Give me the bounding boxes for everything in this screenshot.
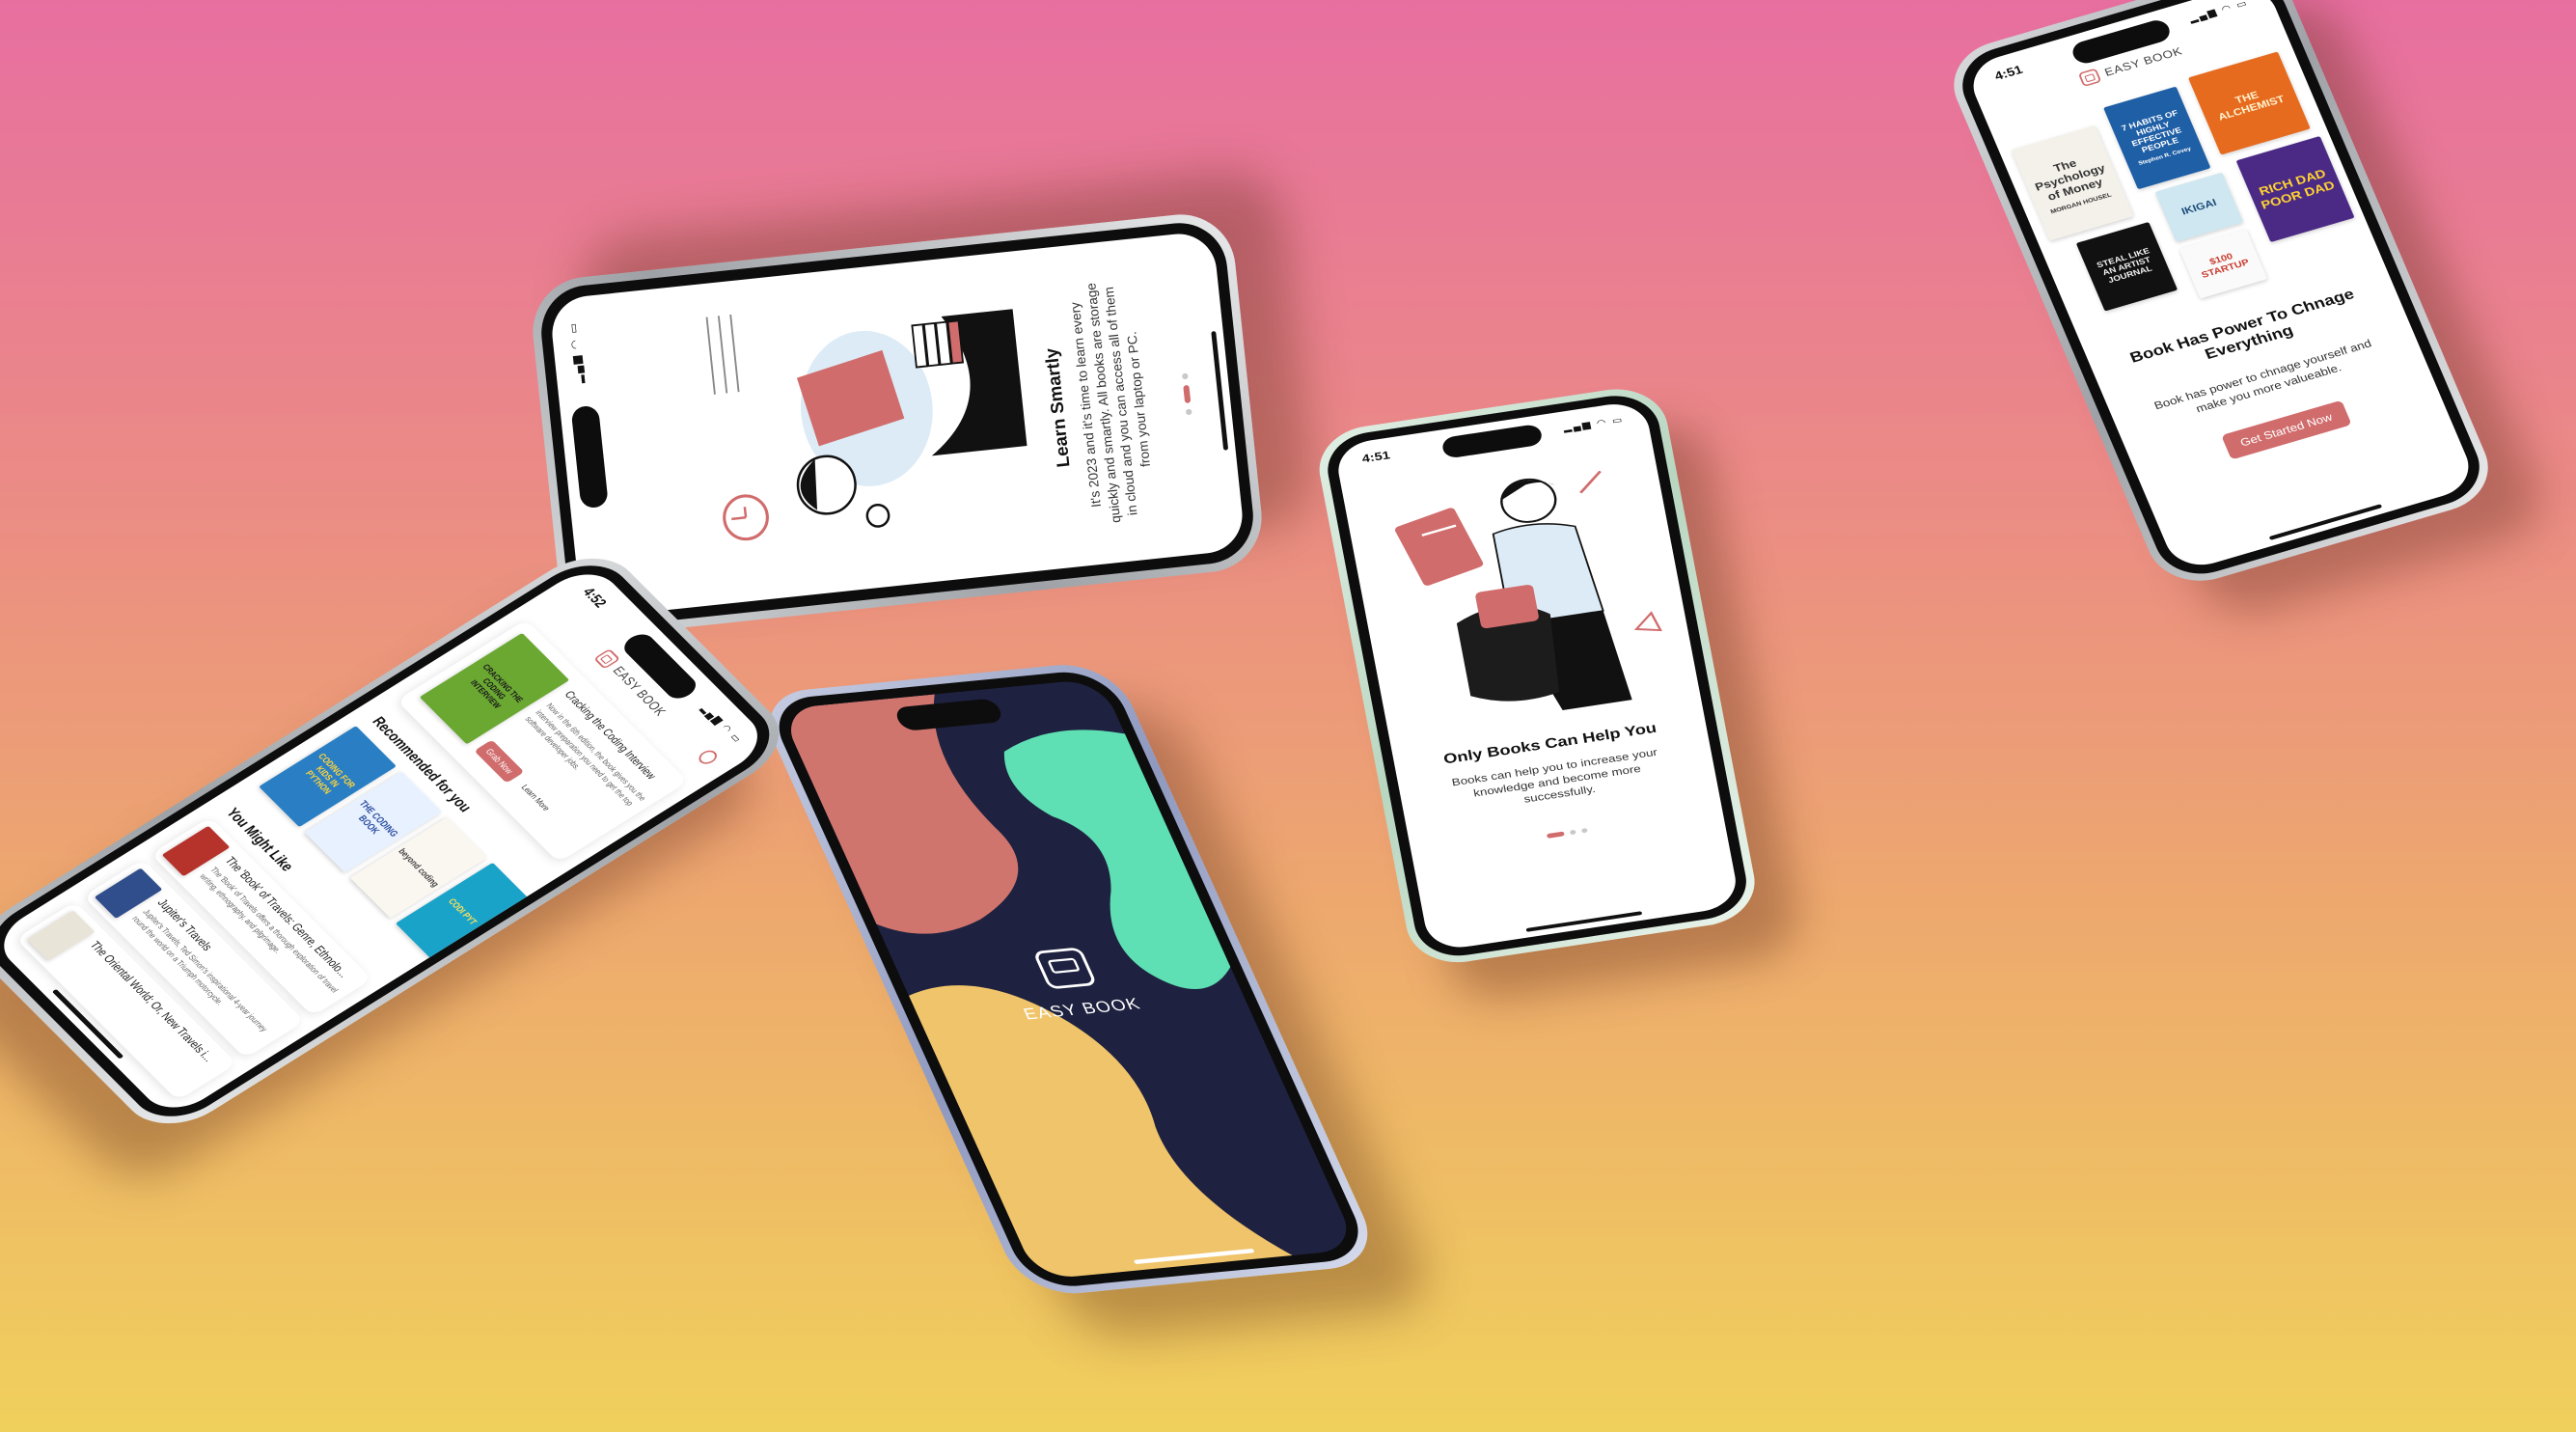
phone-bezel: 4:51 ▂▄▆ ◠ ▭: [536, 218, 1258, 631]
page-dot-active: [1546, 831, 1565, 839]
book-cover-steal-like-an-artist: STEAL LIKE AN ARTIST JOURNAL: [2075, 222, 2179, 312]
phone-bezel: 4:51 ▂▄▆ ◠ ▭ EASY BOOK The Psychology of…: [1949, 0, 2493, 585]
phone-onboarding-get-started: 4:51 ▂▄▆ ◠ ▭ EASY BOOK The Psychology of…: [1939, 0, 2503, 593]
reading-illustration: [657, 261, 1043, 572]
book-cover-ikigai: IKIGAI: [2154, 172, 2244, 242]
learn-more-link[interactable]: Learn More: [519, 783, 552, 812]
screen-books-help[interactable]: 4:51 ▂▄▆ ◠ ▭ Only Books Can Help You Boo: [1333, 399, 1741, 952]
dynamic-island: [1440, 423, 1544, 459]
book-cover-rich-dad: RICH DAD POOR DAD: [2235, 136, 2355, 243]
screen-get-started[interactable]: 4:51 ▂▄▆ ◠ ▭ EASY BOOK The Psychology of…: [1962, 0, 2480, 574]
page-dot: [1185, 408, 1192, 416]
home-indicator: [1525, 911, 1643, 932]
easy-book-logo-icon: [592, 647, 620, 670]
status-time: 4:52: [579, 585, 611, 611]
page-indicator[interactable]: [1167, 234, 1207, 554]
book-cover-7-habits: 7 HABITS OF HIGHLY EFFECTIVE PEOPLE Step…: [2103, 86, 2211, 190]
status-time: 4:51: [1360, 449, 1391, 466]
home-indicator: [2268, 504, 2383, 540]
dynamic-island: [570, 404, 609, 509]
phone-home: 4:52 ▂▄▆ ◠ ▭ EASY BOOK CRACKING THE CODI…: [0, 540, 801, 1142]
onboarding-description: It's 2023 and it's time to learn every q…: [1067, 282, 1154, 524]
page-dot: [1569, 829, 1576, 836]
phone-bezel: 4:52 ▂▄▆ ◠ ▭ EASY BOOK CRACKING THE CODI…: [0, 549, 789, 1133]
page-dot-active: [1183, 384, 1192, 404]
book-logo-icon: [1047, 957, 1081, 975]
phone-bezel: 4:51 ▂▄▆ ◠ ▭ Only Books Can Help You Boo: [1321, 389, 1753, 962]
home-indicator: [1211, 330, 1229, 451]
book-thumbnail: [26, 910, 96, 961]
screen-learn-smartly[interactable]: 4:51 ▂▄▆ ◠ ▭: [548, 230, 1247, 620]
status-icons: ▂▄▆ ◠ ▭: [2187, 0, 2250, 24]
phone-splash: EASY BOOK: [753, 660, 1385, 1299]
phone-onboarding-learn: 4:51 ▂▄▆ ◠ ▭: [527, 208, 1268, 641]
grab-now-button[interactable]: Grab Now: [474, 739, 525, 784]
student-illustration: [1365, 446, 1691, 741]
book-cover-alchemist: THE ALCHEMIST: [2187, 51, 2311, 155]
phone-onboarding-books-help: 4:51 ▂▄▆ ◠ ▭ Only Books Can Help You Boo: [1312, 382, 1763, 970]
status-icons: ▂▄▆ ◠ ▭: [566, 320, 586, 385]
screen-splash[interactable]: EASY BOOK: [779, 677, 1358, 1281]
status-icons: ▂▄▆ ◠ ▭: [699, 702, 746, 746]
status-icons: ▂▄▆ ◠ ▭: [1562, 414, 1625, 433]
screen-home[interactable]: 4:52 ▂▄▆ ◠ ▭ EASY BOOK CRACKING THE CODI…: [0, 562, 773, 1120]
book-cover-100-startup: $100 STARTUP: [2179, 229, 2268, 299]
page-dot: [1181, 372, 1189, 380]
page-dot: [1580, 827, 1588, 834]
get-started-button[interactable]: Get Started Now: [2221, 399, 2352, 460]
book-cover-psychology-of-money: The Psychology of Money MORGAN HOUSEL: [2011, 125, 2134, 241]
status-time: 4:51: [1992, 63, 2025, 84]
easy-book-logo-icon: [2077, 68, 2102, 88]
phone-bezel: EASY BOOK: [764, 668, 1374, 1291]
